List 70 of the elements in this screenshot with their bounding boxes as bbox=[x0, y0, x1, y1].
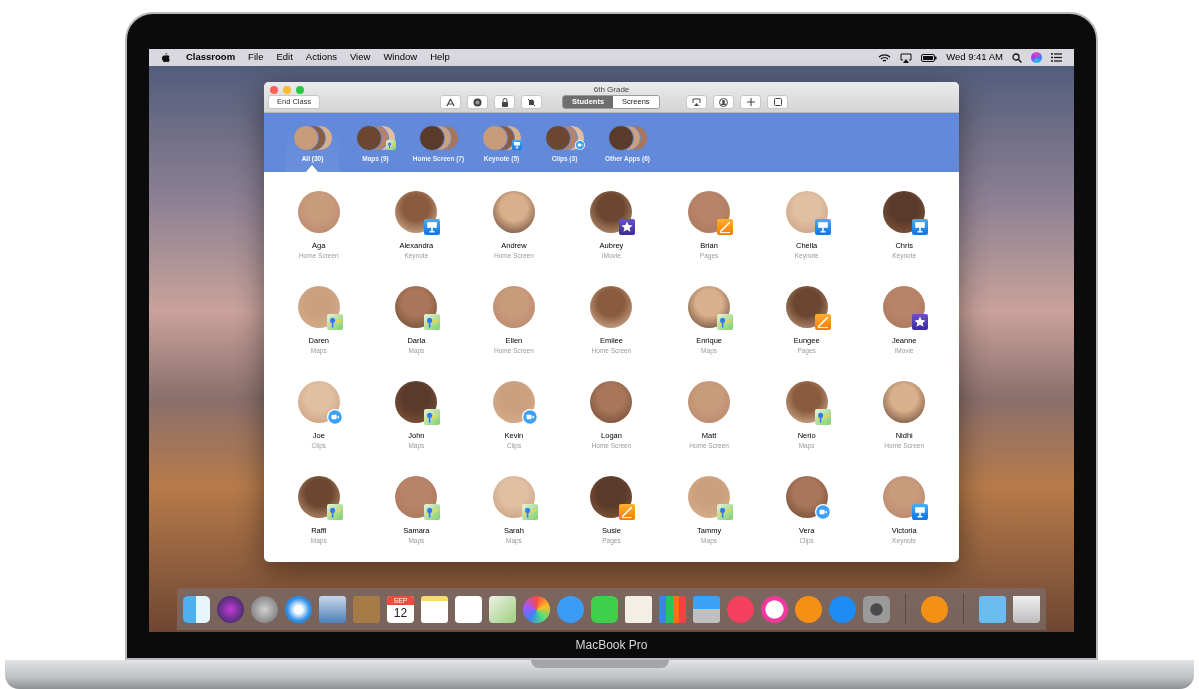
bar-chart-icon[interactable] bbox=[659, 595, 686, 623]
avatar-stack-icon bbox=[607, 125, 648, 151]
square-icon bbox=[773, 98, 782, 106]
maps-app-badge-icon bbox=[326, 314, 343, 330]
menu-bar-clock[interactable]: Wed 9:41 AM bbox=[946, 50, 1003, 65]
search-icon[interactable] bbox=[1012, 52, 1022, 63]
pages-app-badge-icon bbox=[717, 219, 734, 235]
muted-bell-icon bbox=[527, 97, 536, 107]
pages-app-badge-icon bbox=[619, 504, 636, 520]
maps-app-badge-icon bbox=[424, 504, 441, 520]
person-circle-icon bbox=[719, 97, 728, 107]
menu-item[interactable]: Edit bbox=[276, 50, 293, 65]
mute-button[interactable] bbox=[521, 95, 542, 109]
menu-item[interactable]: Actions bbox=[305, 50, 337, 65]
student-photo-placeholder[interactable] bbox=[590, 191, 633, 233]
navigate-button[interactable] bbox=[467, 95, 488, 109]
student-photo-placeholder[interactable] bbox=[785, 476, 828, 518]
keynote-app-badge-icon bbox=[511, 140, 522, 150]
keynote-app-badge-icon bbox=[912, 504, 929, 520]
laptop-model-label: MacBook Pro bbox=[575, 637, 648, 654]
lock-icon bbox=[500, 97, 509, 107]
avatar-stack-icon bbox=[418, 125, 459, 151]
maps-app-badge-icon bbox=[814, 409, 831, 425]
apps-button[interactable] bbox=[440, 95, 461, 109]
maps-app-badge-icon bbox=[385, 140, 396, 150]
student-photo-placeholder[interactable] bbox=[395, 286, 438, 328]
keynote-app-badge-icon bbox=[814, 219, 831, 235]
clips-app-badge-icon bbox=[574, 140, 585, 150]
plus-icon bbox=[746, 98, 755, 106]
avatar-stack-icon bbox=[292, 125, 333, 151]
airplay-button[interactable] bbox=[686, 95, 707, 109]
sidebar-button[interactable] bbox=[767, 95, 788, 109]
lock-button[interactable] bbox=[494, 95, 515, 109]
maps-app-badge-icon bbox=[424, 314, 441, 330]
menu-item[interactable]: View bbox=[349, 50, 371, 65]
pages-app-badge-icon bbox=[814, 314, 831, 330]
app-store-a-icon bbox=[446, 97, 455, 107]
airplay-icon bbox=[692, 98, 701, 106]
keynote-app-badge-icon bbox=[912, 219, 929, 235]
battery-icon[interactable] bbox=[921, 53, 938, 62]
add-button[interactable] bbox=[740, 95, 761, 109]
calendar-day: 12 bbox=[393, 604, 408, 621]
maps-app-badge-icon bbox=[717, 504, 734, 520]
airplay-icon[interactable] bbox=[900, 52, 913, 63]
student-photo-placeholder[interactable] bbox=[395, 191, 438, 233]
apple-logo-icon[interactable] bbox=[161, 52, 170, 63]
student-photo-placeholder[interactable] bbox=[590, 381, 633, 423]
maps-app-badge-icon bbox=[326, 504, 343, 520]
person-button[interactable] bbox=[713, 95, 734, 109]
window-title: 6th Grade bbox=[592, 84, 631, 96]
maps-app-badge-icon bbox=[521, 504, 538, 520]
app-menu[interactable]: Classroom bbox=[186, 50, 236, 65]
student-photo-placeholder[interactable] bbox=[785, 381, 828, 423]
keynote-app-badge-icon bbox=[424, 219, 441, 235]
menu-item[interactable]: Window bbox=[383, 50, 418, 65]
student-photo-placeholder[interactable] bbox=[883, 191, 926, 233]
student-photo-placeholder[interactable] bbox=[395, 381, 438, 423]
student-photo-placeholder[interactable] bbox=[590, 286, 633, 328]
menu-item[interactable]: Help bbox=[430, 50, 450, 65]
close-button[interactable] bbox=[270, 86, 278, 94]
maps-app-badge-icon bbox=[717, 314, 734, 330]
student-photo-placeholder[interactable] bbox=[785, 286, 828, 328]
menu-item[interactable]: File bbox=[248, 50, 264, 65]
student-photo-placeholder[interactable] bbox=[297, 476, 340, 518]
imovie-app-badge-icon bbox=[619, 219, 636, 235]
imovie-app-badge-icon bbox=[912, 314, 929, 330]
wifi-icon[interactable] bbox=[878, 52, 892, 63]
maps-app-badge-icon bbox=[424, 409, 441, 425]
student-photo-placeholder[interactable] bbox=[883, 286, 926, 328]
student-photo-placeholder[interactable] bbox=[590, 476, 633, 518]
